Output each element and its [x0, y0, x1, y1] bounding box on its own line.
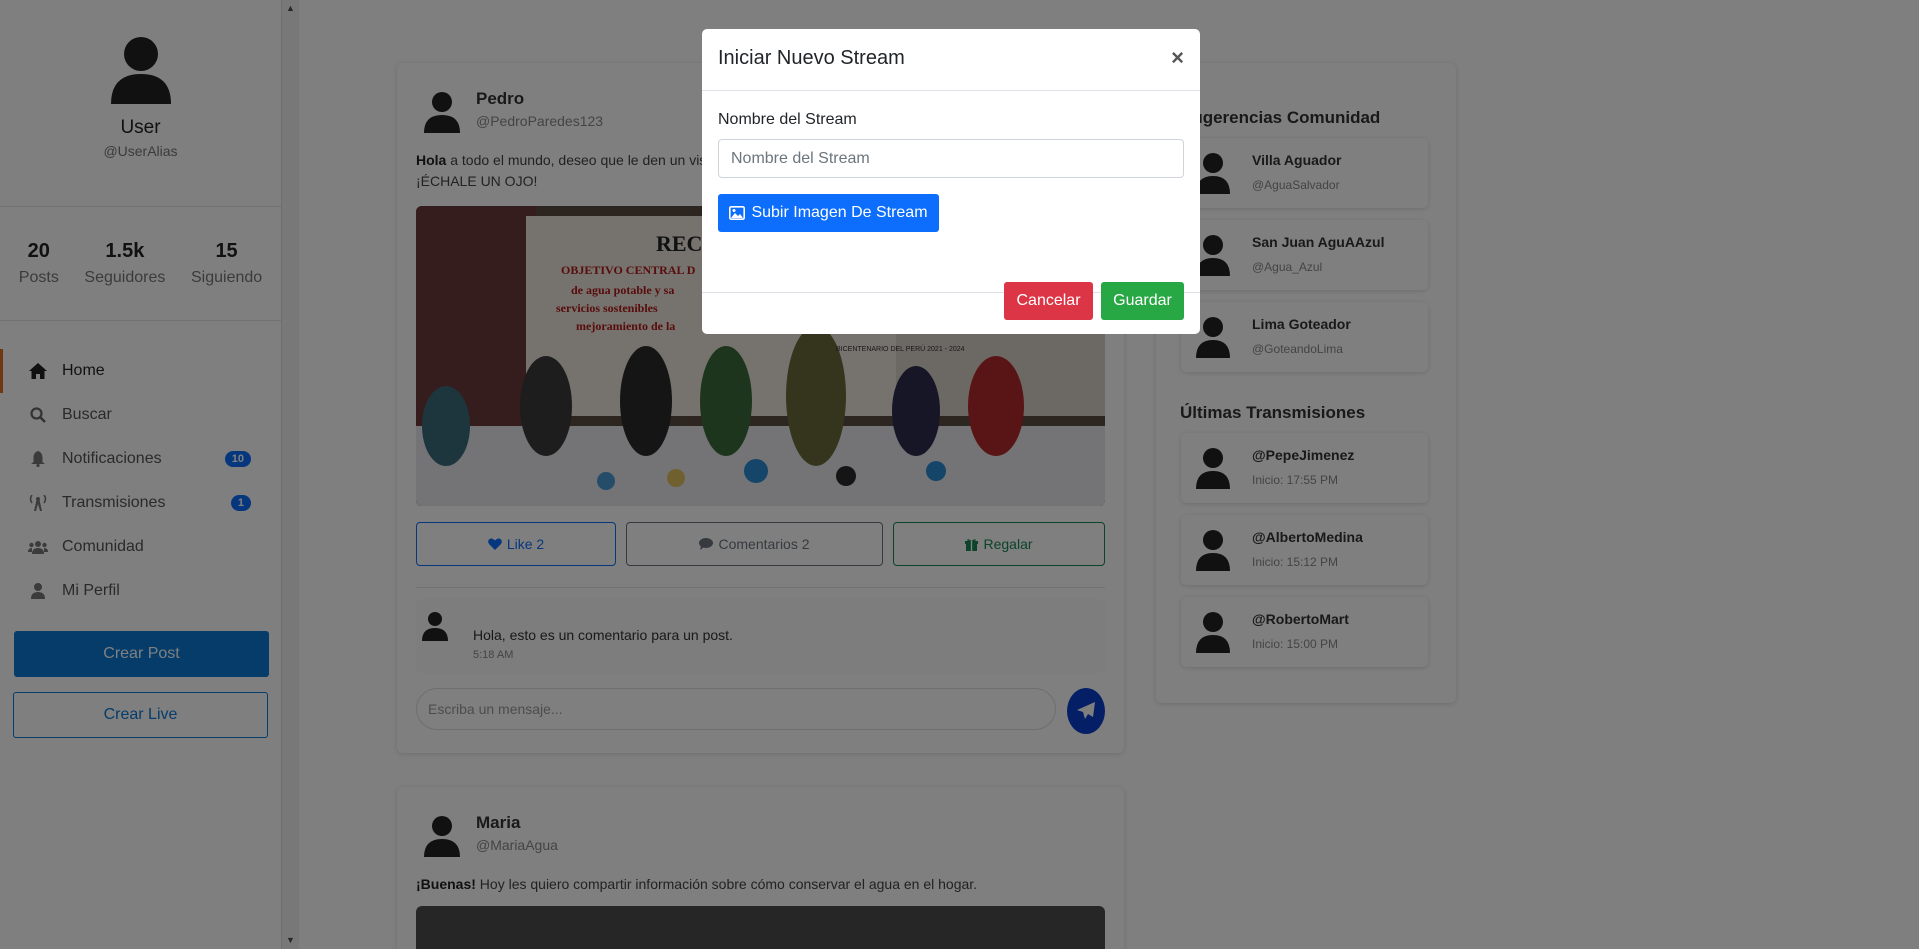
- upload-label: Subir Imagen De Stream: [751, 204, 928, 221]
- stream-name-label: Nombre del Stream: [718, 111, 857, 128]
- modal-close-icon[interactable]: ×: [1171, 45, 1184, 71]
- save-button[interactable]: Guardar: [1101, 282, 1184, 320]
- upload-image-button[interactable]: Subir Imagen De Stream: [718, 194, 939, 232]
- stream-name-input[interactable]: Nombre del Stream: [718, 139, 1184, 178]
- modal-title: Iniciar Nuevo Stream: [718, 47, 905, 69]
- image-icon: [729, 206, 746, 220]
- cancel-button[interactable]: Cancelar: [1004, 282, 1093, 320]
- modal-header: Iniciar Nuevo Stream ×: [702, 29, 1200, 91]
- new-stream-modal: Iniciar Nuevo Stream × Nombre del Stream…: [702, 29, 1200, 334]
